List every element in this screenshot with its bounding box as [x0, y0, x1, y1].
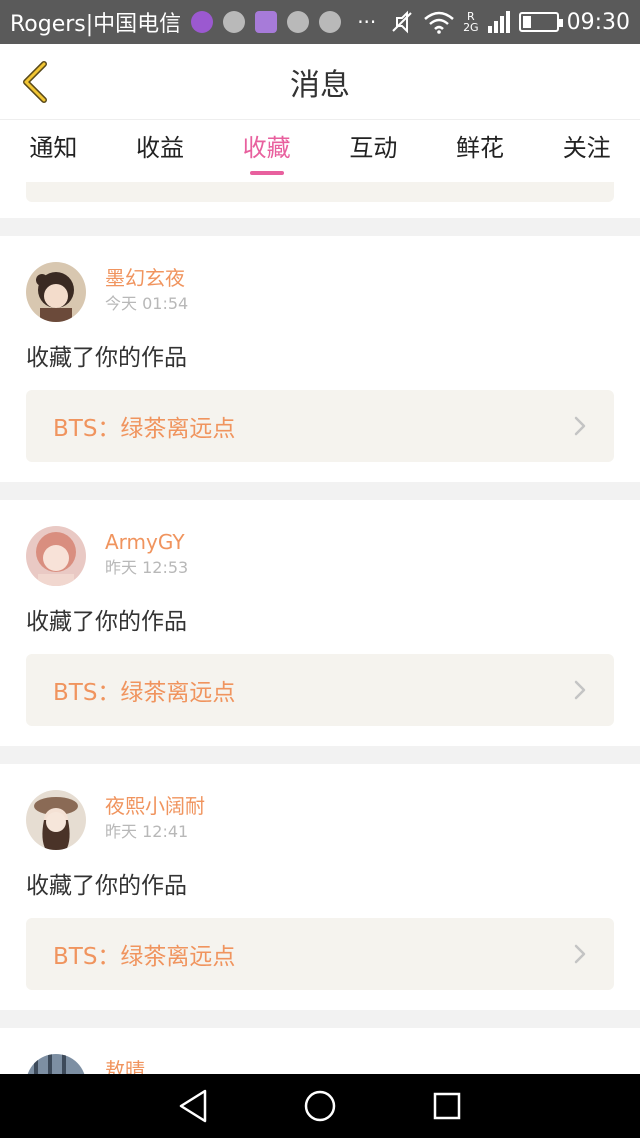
- page-title: 消息: [290, 67, 350, 103]
- avatar[interactable]: [26, 526, 86, 586]
- system-nav-bar: [0, 1074, 640, 1138]
- tab-notifications[interactable]: 通知: [0, 120, 107, 182]
- tab-interactions[interactable]: 互动: [320, 120, 427, 182]
- chevron-right-icon: [574, 416, 586, 436]
- work-link[interactable]: BTS：绿茶离远点: [26, 390, 614, 462]
- action-text: 收藏了你的作品: [26, 873, 187, 899]
- divider: [0, 218, 640, 236]
- notification-icons: ···: [191, 10, 376, 34]
- tab-favorites[interactable]: 收藏: [213, 120, 320, 182]
- back-button[interactable]: [16, 58, 52, 106]
- clock: 09:30: [566, 9, 630, 35]
- avatar[interactable]: [26, 262, 86, 322]
- network-label: 2G: [463, 21, 479, 34]
- list-item: ArmyGY 昨天 12:53 收藏了你的作品 BTS：绿茶离远点: [0, 500, 640, 746]
- tab-bar: 通知 收益 收藏 互动 鲜花 关注: [0, 120, 640, 182]
- mute-icon: [392, 10, 412, 34]
- chevron-right-icon: [574, 944, 586, 964]
- wifi-icon: [424, 11, 454, 34]
- divider: [0, 1010, 640, 1028]
- previous-work-link[interactable]: [26, 182, 614, 202]
- smiley-notification-icon: [319, 11, 342, 33]
- list-item: 夜熙小阔耐 昨天 12:41 收藏了你的作品 BTS：绿茶离远点: [0, 764, 640, 1010]
- list-item: 墨幻玄夜 今天 01:54 收藏了你的作品 BTS：绿茶离远点: [0, 236, 640, 482]
- back-triangle-icon: [180, 1089, 207, 1123]
- carrier-label: Rogers|中国电信: [10, 12, 182, 37]
- network-type: R 2G: [463, 11, 479, 33]
- work-link[interactable]: BTS：绿茶离远点: [26, 654, 614, 726]
- avatar[interactable]: [26, 790, 86, 850]
- tab-earnings[interactable]: 收益: [107, 120, 214, 182]
- signal-icon: [487, 11, 510, 33]
- timestamp: 昨天 12:41: [105, 822, 189, 841]
- username[interactable]: 夜熙小阔耐: [105, 792, 205, 820]
- work-title: BTS：绿茶离远点: [53, 680, 236, 706]
- recents-square-icon: [433, 1092, 460, 1120]
- timestamp: 今天 01:54: [105, 294, 189, 313]
- tab-flowers[interactable]: 鲜花: [427, 120, 534, 182]
- tab-follows[interactable]: 关注: [533, 120, 640, 182]
- more-notifications-indicator: ···: [357, 10, 377, 34]
- nav-recents-button[interactable]: [427, 1086, 467, 1126]
- work-title: BTS：绿茶离远点: [53, 416, 236, 442]
- username[interactable]: ArmyGY: [105, 528, 188, 556]
- status-bar: Rogers|中国电信 ··· R 2G 09:30: [0, 0, 640, 44]
- previous-card-remnant: [0, 182, 640, 218]
- timestamp: 昨天 12:53: [105, 558, 189, 577]
- avatar-notification-icon: [223, 11, 246, 33]
- battery-icon: [518, 12, 563, 32]
- avatar[interactable]: [26, 1054, 86, 1074]
- action-text: 收藏了你的作品: [26, 609, 187, 635]
- work-title: BTS：绿茶离远点: [53, 944, 236, 970]
- username[interactable]: 敖晴: [105, 1056, 145, 1074]
- smiley-notification-icon: [287, 11, 310, 33]
- list-item: 敖晴: [0, 1028, 640, 1074]
- work-link[interactable]: BTS：绿茶离远点: [26, 918, 614, 990]
- nav-home-button[interactable]: [300, 1086, 340, 1126]
- chevron-left-icon: [23, 61, 47, 103]
- message-list[interactable]: 墨幻玄夜 今天 01:54 收藏了你的作品 BTS：绿茶离远点 ArmyGY 昨…: [0, 182, 640, 1074]
- divider: [0, 746, 640, 764]
- gallery-notification-icon: [255, 11, 278, 33]
- divider: [0, 482, 640, 500]
- chevron-right-icon: [574, 680, 586, 700]
- home-circle-icon: [304, 1090, 336, 1122]
- notification-app-icon: [191, 11, 214, 33]
- action-text: 收藏了你的作品: [26, 345, 187, 371]
- username[interactable]: 墨幻玄夜: [105, 264, 188, 292]
- nav-back-button[interactable]: [173, 1086, 213, 1126]
- page-header: 消息: [0, 44, 640, 120]
